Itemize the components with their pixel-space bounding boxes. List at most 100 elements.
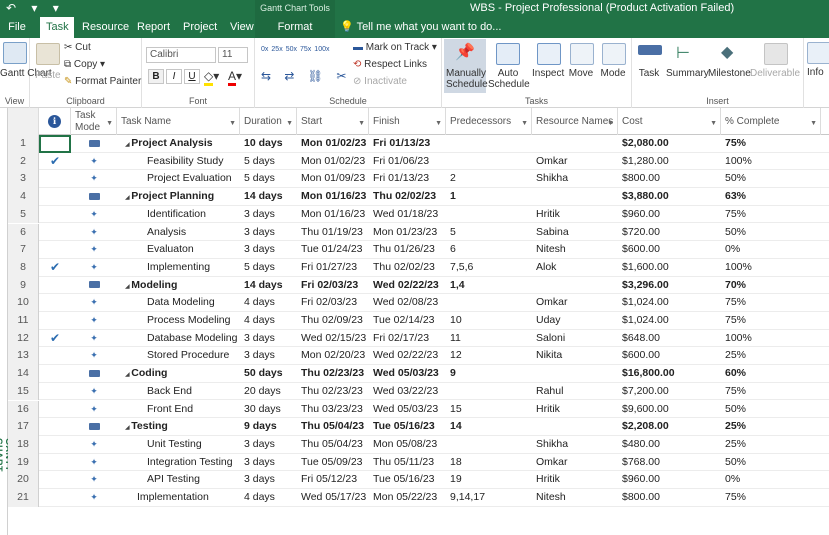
duration-cell[interactable]: 5 days [240, 259, 297, 277]
finish-cell[interactable]: Mon 05/22/23 [369, 489, 446, 507]
start-cell[interactable]: Thu 02/23/23 [297, 383, 369, 401]
table-row[interactable]: 12 ✔ ✦ Database Modeling 3 days Wed 02/15/23 F… [8, 329, 829, 348]
resource-names-cell[interactable]: Hritik [532, 206, 618, 224]
start-cell[interactable]: Tue 01/24/23 [297, 241, 369, 259]
table-row[interactable]: 15 ✦ Back End 20 days Thu 02/23/23 Wed 03/22/… [8, 382, 829, 401]
auto-schedule-button[interactable]: Auto Schedule [488, 39, 530, 93]
predecessors-cell[interactable]: 6 [446, 241, 532, 259]
task-mode-cell[interactable]: ✦ [71, 436, 117, 454]
start-cell[interactable]: Mon 01/02/23 [297, 153, 369, 171]
finish-cell[interactable]: Thu 01/26/23 [369, 241, 446, 259]
task-mode-cell[interactable]: ✦ [71, 401, 117, 419]
cost-cell[interactable]: $600.00 [618, 347, 721, 365]
start-cell[interactable]: Thu 05/04/23 [297, 418, 369, 436]
finish-cell[interactable]: Thu 02/02/23 [369, 188, 446, 206]
pct-50-button[interactable]: 50x [286, 46, 297, 53]
cost-cell[interactable]: $3,296.00 [618, 277, 721, 295]
task-mode-cell[interactable]: ✦ [71, 471, 117, 489]
resource-names-cell[interactable]: Nitesh [532, 241, 618, 259]
quick-access-toolbar[interactable]: ↶ ▾ ▾ [6, 1, 65, 15]
table-row[interactable]: 8 ✔ ✦ Implementing 5 days Fri 01/27/23 Thu 02/… [8, 258, 829, 277]
resource-names-cell[interactable] [532, 418, 618, 436]
start-cell[interactable]: Tue 05/09/23 [297, 454, 369, 472]
finish-cell[interactable]: Wed 03/22/23 [369, 383, 446, 401]
pct-75-button[interactable]: 75x [300, 46, 311, 53]
percent-complete-cell[interactable]: 0% [721, 471, 821, 489]
resource-names-cell[interactable] [532, 135, 618, 153]
finish-cell[interactable]: Wed 02/08/23 [369, 294, 446, 312]
task-mode-cell[interactable]: ✦ [71, 224, 117, 242]
resource-names-cell[interactable]: Hritik [532, 401, 618, 419]
duration-cell[interactable]: 3 days [240, 224, 297, 242]
task-mode-cell[interactable]: ✦ [71, 454, 117, 472]
finish-cell[interactable]: Wed 02/22/23 [369, 347, 446, 365]
start-cell[interactable]: Thu 02/09/23 [297, 312, 369, 330]
header-duration[interactable]: Duration ▼ [240, 108, 297, 135]
table-row[interactable]: 10 ✦ Data Modeling 4 days Fri 02/03/23 Wed 02… [8, 294, 829, 312]
pct-100-button[interactable]: 100x [314, 46, 329, 53]
task-name-cell[interactable]: ◢ Coding [117, 365, 240, 383]
predecessors-cell[interactable]: 19 [446, 471, 532, 489]
finish-cell[interactable]: Fri 02/17/23 [369, 330, 446, 348]
tell-me-box[interactable]: 💡 Tell me what you want to do... [340, 17, 501, 38]
duration-cell[interactable]: 3 days [240, 471, 297, 489]
summary-button[interactable]: ⊢ Summary [666, 39, 709, 93]
predecessors-cell[interactable] [446, 206, 532, 224]
resource-names-cell[interactable]: Sabina [532, 224, 618, 242]
task-name-cell[interactable]: Evaluaton [117, 241, 240, 259]
task-name-cell[interactable]: Process Modeling [117, 312, 240, 330]
finish-cell[interactable]: Wed 02/22/23 [369, 277, 446, 295]
task-name-cell[interactable]: Back End [117, 383, 240, 401]
predecessors-cell[interactable] [446, 135, 532, 153]
respect-links-button[interactable]: ⟲ Respect Links [353, 59, 427, 70]
finish-cell[interactable]: Mon 05/08/23 [369, 436, 446, 454]
duration-cell[interactable]: 3 days [240, 454, 297, 472]
inspect-button[interactable]: Inspect [532, 39, 564, 93]
table-row[interactable]: 21 ✦ Implementation 4 days Wed 05/17/23 Mon 0… [8, 489, 829, 507]
percent-complete-cell[interactable]: 25% [721, 436, 821, 454]
table-row[interactable]: 2 ✔ ✦ Feasibility Study 5 days Mon 01/02/23 Fr… [8, 152, 829, 171]
task-name-cell[interactable]: API Testing [117, 471, 240, 489]
bold-button[interactable]: B [148, 69, 164, 84]
task-name-cell[interactable]: Feasibility Study [117, 153, 240, 171]
finish-cell[interactable]: Mon 01/23/23 [369, 224, 446, 242]
cost-cell[interactable]: $3,880.00 [618, 188, 721, 206]
task-name-cell[interactable]: ◢ Modeling [117, 277, 240, 295]
table-row[interactable]: 7 ✦ Evaluaton 3 days Tue 01/24/23 Thu 01/26/2… [8, 241, 829, 259]
mark-on-track-button[interactable]: ▬ Mark on Track ▾ [353, 42, 437, 53]
percent-complete-cell[interactable]: 75% [721, 489, 821, 507]
task-name-cell[interactable]: Implementing [117, 259, 240, 277]
task-mode-cell[interactable] [71, 188, 117, 206]
finish-cell[interactable]: Tue 02/14/23 [369, 312, 446, 330]
percent-complete-cell[interactable]: 50% [721, 454, 821, 472]
start-cell[interactable]: Thu 02/23/23 [297, 365, 369, 383]
cost-cell[interactable]: $960.00 [618, 206, 721, 224]
percent-complete-cell[interactable]: 75% [721, 383, 821, 401]
duration-cell[interactable]: 5 days [240, 170, 297, 188]
duration-cell[interactable]: 14 days [240, 188, 297, 206]
resource-names-cell[interactable]: Alok [532, 259, 618, 277]
task-mode-cell[interactable]: ✦ [71, 489, 117, 507]
finish-cell[interactable]: Thu 02/02/23 [369, 259, 446, 277]
duration-cell[interactable]: 4 days [240, 489, 297, 507]
table-row[interactable]: 4 ◢ Project Planning 14 days Mon 01/16/23 Th… [8, 188, 829, 206]
percent-complete-cell[interactable]: 25% [721, 418, 821, 436]
start-cell[interactable]: Fri 02/03/23 [297, 277, 369, 295]
header-info[interactable]: ℹ [39, 108, 71, 135]
header-task-mode[interactable]: Task Mode ▼ [71, 108, 117, 135]
percent-complete-cell[interactable]: 75% [721, 312, 821, 330]
duration-cell[interactable]: 4 days [240, 312, 297, 330]
predecessors-cell[interactable]: 5 [446, 224, 532, 242]
duration-cell[interactable]: 9 days [240, 418, 297, 436]
cost-cell[interactable]: $600.00 [618, 241, 721, 259]
start-cell[interactable]: Thu 03/23/23 [297, 401, 369, 419]
resource-names-cell[interactable] [532, 188, 618, 206]
tab-report[interactable]: Report [131, 17, 176, 38]
finish-cell[interactable]: Tue 05/16/23 [369, 418, 446, 436]
start-cell[interactable]: Fri 01/27/23 [297, 259, 369, 277]
resource-names-cell[interactable] [532, 365, 618, 383]
predecessors-cell[interactable]: 1,4 [446, 277, 532, 295]
task-mode-cell[interactable]: ✦ [71, 153, 117, 171]
task-mode-cell[interactable]: ✦ [71, 170, 117, 188]
predecessors-cell[interactable] [446, 436, 532, 454]
